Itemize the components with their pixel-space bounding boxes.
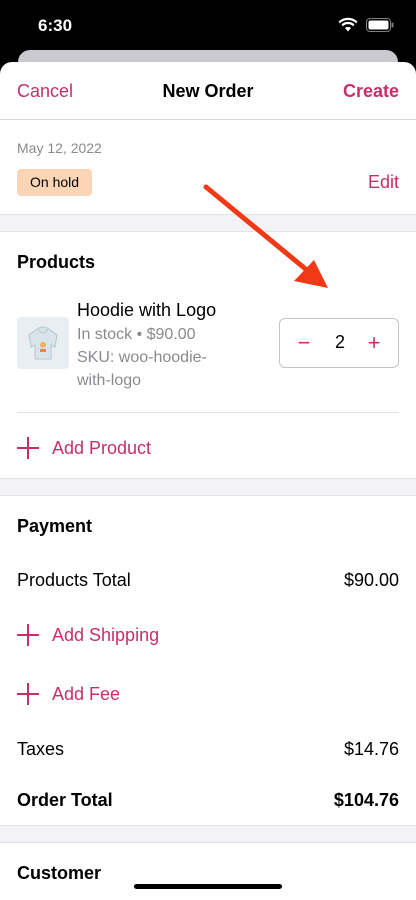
- payment-title: Payment: [17, 516, 93, 536]
- plus-icon: [17, 683, 39, 705]
- battery-icon: [366, 17, 394, 32]
- plus-icon: [17, 437, 39, 459]
- hoodie-icon: [28, 326, 58, 360]
- order-total-value: $104.76: [333, 790, 399, 810]
- plus-icon: [17, 624, 39, 646]
- home-indicator[interactable]: [134, 884, 282, 889]
- status-time: 6:30: [38, 16, 73, 35]
- add-shipping-button[interactable]: Add Shipping: [17, 624, 159, 646]
- add-fee-label: Add Fee: [52, 683, 121, 704]
- taxes-label: Taxes: [17, 739, 65, 759]
- products-total-label: Products Total: [17, 570, 131, 590]
- product-sku-line1: SKU: woo-hoodie-: [77, 349, 207, 366]
- section-separator: [0, 825, 416, 843]
- nav-bar: Cancel New Order Create: [0, 62, 416, 120]
- section-separator: [0, 478, 416, 496]
- add-fee-button[interactable]: Add Fee: [17, 683, 120, 705]
- create-button[interactable]: Create: [343, 81, 399, 102]
- products-total-value: $90.00: [343, 570, 399, 590]
- status-icons: [338, 17, 394, 32]
- divider: [17, 412, 399, 413]
- section-separator: [0, 214, 416, 232]
- quantity-value: 2: [334, 332, 345, 352]
- order-total-label: Order Total: [17, 790, 113, 810]
- product-name: Hoodie with Logo: [77, 300, 217, 320]
- add-product-label: Add Product: [52, 437, 152, 458]
- products-title: Products: [17, 252, 96, 272]
- product-stock-price: In stock • $90.00: [77, 326, 196, 343]
- plus-icon[interactable]: +: [364, 331, 384, 355]
- customer-title: Customer: [17, 863, 102, 883]
- product-meta: In stock • $90.00 SKU: woo-hoodie- with-…: [77, 323, 267, 392]
- add-product-button[interactable]: Add Product: [17, 437, 151, 459]
- minus-icon[interactable]: −: [294, 331, 314, 355]
- status-bar: 6:30: [0, 0, 416, 50]
- status-badge[interactable]: On hold: [17, 169, 93, 196]
- product-thumbnail: [17, 317, 69, 369]
- wifi-icon: [338, 17, 358, 32]
- add-shipping-label: Add Shipping: [52, 624, 160, 645]
- product-sku-line2: with-logo: [77, 372, 142, 389]
- quantity-stepper: − 2 +: [279, 318, 399, 368]
- order-date: May 12, 2022: [17, 140, 102, 156]
- taxes-value: $14.76: [343, 739, 399, 759]
- edit-status-button[interactable]: Edit: [368, 172, 399, 193]
